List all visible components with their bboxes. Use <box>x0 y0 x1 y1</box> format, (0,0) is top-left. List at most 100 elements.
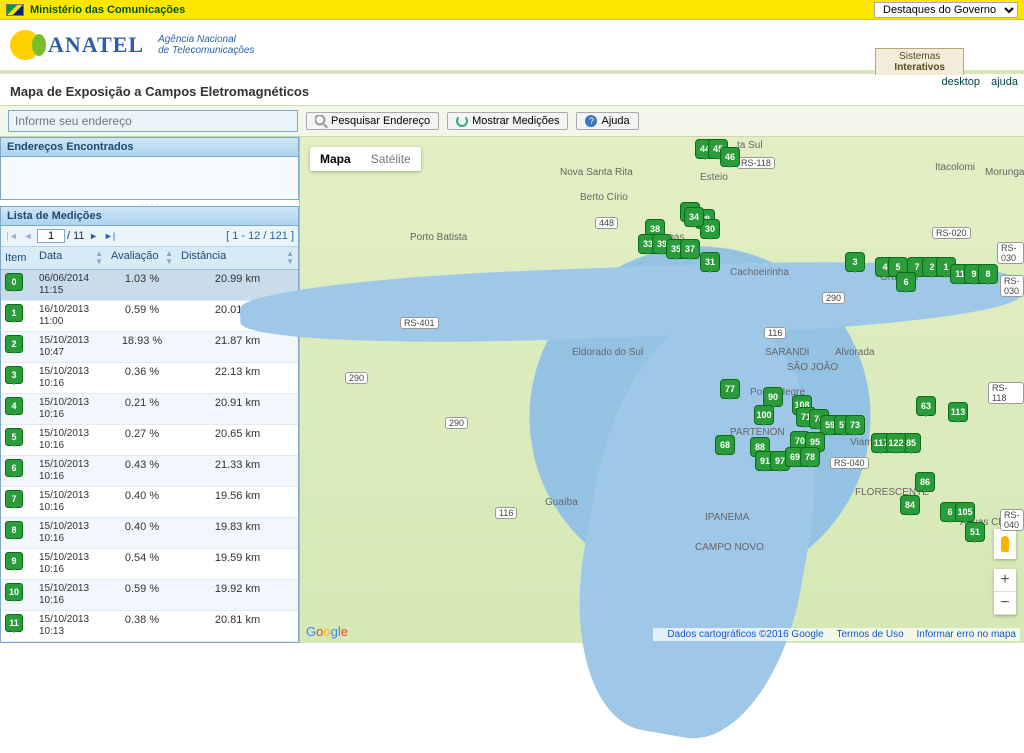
map-marker[interactable]: 78 <box>800 447 820 467</box>
table-row[interactable]: 1015/10/201310:160.59 %19.92 km <box>1 580 298 611</box>
table-row[interactable]: 215/10/201310:4718.93 %21.87 km <box>1 332 298 363</box>
table-row[interactable]: 515/10/201310:160.27 %20.65 km <box>1 425 298 456</box>
streetview-pegman[interactable] <box>994 529 1016 559</box>
table-row[interactable]: 715/10/201310:160.40 %19.56 km <box>1 487 298 518</box>
zoom-in-button[interactable]: + <box>994 569 1016 592</box>
panel-lista-header: Lista de Medições <box>0 206 299 226</box>
table-row[interactable]: 615/10/201310:160.43 %21.33 km <box>1 456 298 487</box>
map-place-label: Esteio <box>700 172 728 183</box>
row-distancia: 20.81 km <box>177 611 298 642</box>
map-place-label: Porto Batista <box>410 232 467 243</box>
row-distancia: 20.65 km <box>177 425 298 456</box>
pager-page-input[interactable] <box>37 229 65 243</box>
row-marker-icon: 1 <box>5 304 23 322</box>
row-date: 15/10/201310:16 <box>35 456 107 487</box>
pegman-icon <box>1001 536 1009 552</box>
col-data[interactable]: Data▲▼ <box>35 247 107 270</box>
table-row[interactable]: 006/06/201411:151.03 %20.99 km <box>1 270 298 301</box>
map-type-map[interactable]: Mapa <box>310 147 361 171</box>
address-input[interactable] <box>8 110 298 132</box>
logo-mark-icon <box>10 30 40 60</box>
link-desktop[interactable]: desktop <box>941 76 980 88</box>
road-shield: 448 <box>595 217 618 229</box>
road-shield: 290 <box>822 292 845 304</box>
map-place-label: Nova Santa Rita <box>560 167 633 178</box>
table-row[interactable]: 315/10/201310:160.36 %22.13 km <box>1 363 298 394</box>
map-marker[interactable]: 73 <box>845 415 865 435</box>
map-place-label: Eldorado do Sul <box>572 347 643 358</box>
row-avaliacao: 0.40 % <box>107 487 177 518</box>
map-marker[interactable]: 113 <box>948 402 968 422</box>
map-terms-link[interactable]: Termos de Uso <box>836 629 903 640</box>
row-marker-icon: 0 <box>5 273 23 291</box>
col-distancia[interactable]: Distância▲▼ <box>177 247 298 270</box>
map-marker[interactable]: 46 <box>720 147 740 167</box>
link-ajuda[interactable]: ajuda <box>991 76 1018 88</box>
map-marker[interactable]: 100 <box>754 405 774 425</box>
map-place-label: ta Sul <box>737 140 763 151</box>
map-marker[interactable]: 31 <box>700 252 720 272</box>
table-row[interactable]: 415/10/201310:160.21 %20.91 km <box>1 394 298 425</box>
map-marker[interactable]: 37 <box>680 239 700 259</box>
pager-first-button[interactable]: |◄ <box>5 229 19 243</box>
row-marker-icon: 4 <box>5 397 23 415</box>
map-marker[interactable]: 34 <box>684 207 704 227</box>
tab-sistemas-interativos[interactable]: SistemasInterativos <box>875 48 964 75</box>
help-button[interactable]: ?Ajuda <box>576 112 638 130</box>
map-report-link[interactable]: Informar erro no mapa <box>917 629 1017 640</box>
row-distancia: 19.92 km <box>177 580 298 611</box>
logo-text: ANATEL <box>48 32 144 58</box>
panel-lista-body: |◄ ◄ / 11 ► ►| [ 1 - 12 / 121 ] Item Dat… <box>0 226 299 643</box>
map-marker[interactable]: 51 <box>965 522 985 542</box>
panel-enderecos-body[interactable] <box>0 157 299 200</box>
pager-next-button[interactable]: ► <box>87 229 101 243</box>
map-attribution: Dados cartográficos ©2016 Google Termos … <box>653 628 1020 641</box>
row-date: 15/10/201310:16 <box>35 394 107 425</box>
map-marker[interactable]: 84 <box>900 495 920 515</box>
row-date: 06/06/201411:15 <box>35 270 107 301</box>
col-avaliacao[interactable]: Avaliação▲▼ <box>107 247 177 270</box>
map-marker[interactable]: 105 <box>955 502 975 522</box>
zoom-out-button[interactable]: − <box>994 592 1016 615</box>
map-place-label: SÃO JOÃO <box>787 362 838 373</box>
search-address-button[interactable]: Pesquisar Endereço <box>306 112 439 130</box>
table-row[interactable]: 915/10/201310:160.54 %19.59 km <box>1 549 298 580</box>
row-date: 15/10/201310:16 <box>35 549 107 580</box>
road-shield: RS-401 <box>400 317 439 329</box>
row-distancia: 19.56 km <box>177 487 298 518</box>
gov-highlights-select[interactable]: Destaques do Governo <box>874 2 1018 18</box>
map-place-label: IPANEMA <box>705 512 749 523</box>
row-distancia: 21.87 km <box>177 332 298 363</box>
row-avaliacao: 0.54 % <box>107 549 177 580</box>
map-pane[interactable]: Mapa Satélite Google Dados cartográficos… <box>300 137 1024 643</box>
map-marker[interactable]: 77 <box>720 379 740 399</box>
row-date: 15/10/201310:16 <box>35 425 107 456</box>
row-avaliacao: 0.43 % <box>107 456 177 487</box>
map-place-label: Berto Círio <box>580 192 628 203</box>
map-marker[interactable]: 3 <box>845 252 865 272</box>
zoom-control: + − <box>994 569 1016 615</box>
search-row: Pesquisar Endereço Mostrar Medições ?Aju… <box>0 105 1024 137</box>
map-type-control: Mapa Satélite <box>310 147 421 171</box>
map-marker[interactable]: 86 <box>915 472 935 492</box>
table-row[interactable]: 1115/10/201310:130.38 %20.81 km <box>1 611 298 642</box>
map-marker[interactable]: 8 <box>978 264 998 284</box>
pager-last-button[interactable]: ►| <box>103 229 117 243</box>
map-marker[interactable]: 63 <box>916 396 936 416</box>
map-type-satellite[interactable]: Satélite <box>361 147 421 171</box>
row-marker-icon: 8 <box>5 521 23 539</box>
show-measurements-button[interactable]: Mostrar Medições <box>447 112 568 130</box>
map-place-label: Itacolomi <box>935 162 975 173</box>
row-date: 16/10/201311:00 <box>35 301 107 332</box>
map-place-label: Morungava <box>985 167 1024 178</box>
table-row[interactable]: 815/10/201310:160.40 %19.83 km <box>1 518 298 549</box>
map-marker[interactable]: 6 <box>896 272 916 292</box>
map-marker[interactable]: 68 <box>715 435 735 455</box>
map-marker[interactable]: 122 <box>886 433 906 453</box>
row-marker-icon: 6 <box>5 459 23 477</box>
row-marker-icon: 9 <box>5 552 23 570</box>
pager-prev-button[interactable]: ◄ <box>21 229 35 243</box>
logo[interactable]: ANATEL Agência Nacionalde Telecomunicaçõ… <box>10 30 254 60</box>
col-item[interactable]: Item <box>1 247 35 270</box>
map-marker[interactable]: 90 <box>763 387 783 407</box>
